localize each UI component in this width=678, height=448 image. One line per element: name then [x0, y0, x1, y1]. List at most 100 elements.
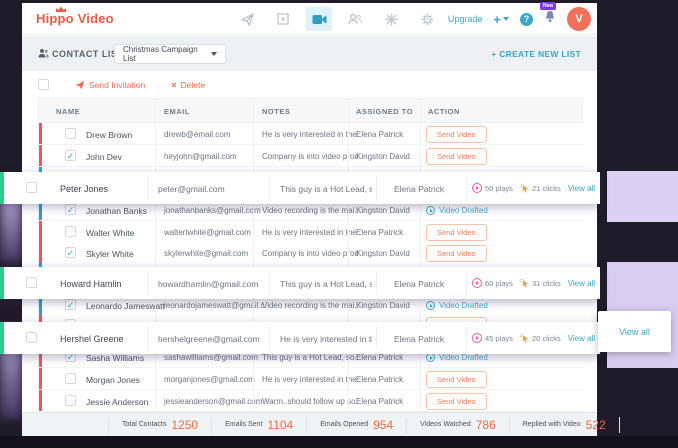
video-stats: 50 plays 21 clicks View all	[472, 172, 600, 204]
video-camera-icon	[312, 14, 327, 25]
nav-settings-tab[interactable]	[414, 7, 440, 31]
column-divider	[466, 326, 467, 350]
play-circle-icon	[426, 353, 435, 362]
clicks-stat: 21 clicks	[520, 183, 561, 193]
video-drafted-link[interactable]: Video Drafted	[426, 206, 488, 215]
send-video-button[interactable]: Send Video	[426, 148, 487, 165]
notifications-bell-icon	[544, 10, 556, 23]
nav-integrations-tab[interactable]	[378, 7, 404, 31]
row-checkbox[interactable]	[26, 277, 37, 288]
column-divider	[155, 98, 156, 410]
send-video-button[interactable]: Send Video	[426, 224, 487, 241]
table-row[interactable]: Walter White waltertwhite@gmail.com He i…	[39, 221, 584, 243]
stat-value: 1250	[171, 418, 198, 432]
column-divider	[420, 98, 421, 410]
video-drafted-label: Video Drafted	[439, 206, 488, 215]
upgrade-link[interactable]: Upgrade	[448, 14, 483, 24]
add-new-button[interactable]: +	[493, 12, 509, 27]
contact-notes: He is very interested in the prod..	[262, 228, 358, 237]
contact-name: Walter White	[86, 228, 134, 238]
contact-email: morganjones@gmail.com	[164, 375, 255, 384]
contact-notes: Video recording is the mai...	[262, 301, 358, 310]
view-all-link[interactable]: View all	[568, 279, 595, 288]
send-video-button[interactable]: Send Video	[426, 393, 487, 410]
contact-assigned-to: Kingston David	[356, 301, 410, 310]
stats-footer: Total Contacts 1250 Emails Sent 1104 Ema…	[22, 412, 597, 436]
contact-email: jonathanbanks@gmail.com	[164, 206, 261, 215]
click-cursor-icon	[520, 333, 529, 343]
notifications-button[interactable]: New	[544, 10, 556, 28]
user-avatar[interactable]: V	[567, 7, 591, 31]
row-checkbox[interactable]	[26, 182, 37, 193]
stat-label: Emails Opened	[320, 421, 368, 428]
column-divider	[147, 176, 148, 200]
column-divider	[376, 176, 377, 200]
table-row[interactable]: Jessie Anderson jessieanderson@gmail.com…	[39, 390, 584, 412]
row-checkbox[interactable]	[65, 226, 76, 237]
background-glow	[0, 196, 22, 262]
highlighted-contact-row[interactable]: Howard Hamlin howardhamlin@gmail.com Thi…	[0, 267, 600, 299]
contact-email: heyjohn@gmail.com	[164, 152, 237, 161]
delete-x-icon: ×	[171, 80, 176, 90]
row-checkbox[interactable]	[65, 128, 76, 139]
table-row[interactable]: ✓ John Dev heyjohn@gmail.com Company is …	[39, 145, 584, 167]
send-icon	[75, 80, 85, 90]
paper-plane-icon	[241, 13, 254, 26]
contact-assigned-to: Kingston David	[356, 249, 410, 258]
row-checkbox[interactable]	[26, 332, 37, 343]
new-badge: New	[540, 2, 556, 10]
view-all-link[interactable]: View all	[619, 327, 650, 337]
media-icon	[277, 13, 289, 25]
nav-contacts-tab[interactable]	[342, 7, 368, 31]
contact-assigned-to: Elena Patrick	[394, 334, 444, 344]
create-new-list-button[interactable]: + CREATE NEW LIST	[491, 49, 581, 59]
contact-name: Drew Brown	[86, 130, 132, 140]
highlighted-contact-row[interactable]: Hershel Greene hershelgreene@gmail.com H…	[0, 322, 600, 354]
row-status-stripe	[39, 242, 42, 263]
send-invitation-button[interactable]: Send Invitation	[75, 80, 145, 90]
row-checkbox[interactable]: ✓	[65, 247, 76, 258]
contact-email: peter@gmail.com	[158, 184, 225, 194]
send-video-button[interactable]: Send Video	[426, 126, 487, 143]
stat-value: 786	[476, 418, 496, 432]
stat-emails-opened: Emails Opened 954	[307, 417, 407, 433]
contact-email: howardhamlin@gmail.com	[158, 279, 258, 289]
contact-notes: Company is into video produ...	[262, 152, 358, 161]
delete-button[interactable]: × Delete	[171, 80, 205, 90]
click-cursor-icon	[520, 278, 529, 288]
send-video-button[interactable]: Send Video	[426, 371, 487, 388]
row-action: Send Video	[426, 148, 487, 165]
row-action: Send Video	[426, 126, 487, 143]
row-checkbox[interactable]: ✓	[65, 299, 76, 310]
row-checkbox[interactable]: ✓	[65, 204, 76, 215]
view-all-link[interactable]: View all	[568, 334, 595, 343]
video-drafted-link[interactable]: Video Drafted	[426, 301, 488, 310]
row-status-stripe	[39, 390, 42, 411]
select-all-checkbox[interactable]	[38, 79, 49, 90]
contact-notes: He is very interested in the prod..	[262, 130, 358, 139]
delete-label: Delete	[181, 80, 206, 90]
table-row[interactable]: Drew Brown drewb@email.com He is very in…	[39, 123, 584, 145]
list-selector-dropdown[interactable]: Christmas Campaign List	[114, 44, 226, 64]
row-checkbox[interactable]	[65, 373, 76, 384]
nav-send-tab[interactable]	[234, 7, 260, 31]
send-video-button[interactable]: Send Video	[426, 245, 487, 262]
app-header: Hippo Video	[22, 3, 597, 35]
view-all-link[interactable]: View all	[568, 184, 595, 193]
contact-notes: Video recording is the mai...	[262, 206, 358, 215]
nav-media-tab[interactable]	[270, 7, 296, 31]
row-checkbox[interactable]: ✓	[65, 150, 76, 161]
help-button[interactable]: ?	[520, 13, 533, 26]
row-checkbox[interactable]	[65, 395, 76, 406]
table-row[interactable]: Morgan Jones morganjones@gmail.com He is…	[39, 368, 584, 390]
highlighted-contact-row[interactable]: Peter Jones peter@gmail.com This guy is …	[0, 172, 600, 204]
contact-assigned-to: Elena Patrick	[394, 279, 444, 289]
nav-videos-tab[interactable]	[306, 7, 332, 31]
table-row[interactable]: ✓ Skyler White skylerwhite@gmail.com Com…	[39, 242, 584, 264]
plays-label: 60 plays	[485, 279, 513, 288]
contact-assigned-to: Elena Patrick	[356, 353, 403, 362]
bulk-actions-toolbar: Send Invitation × Delete	[22, 71, 597, 98]
column-divider	[376, 326, 377, 350]
video-drafted-link[interactable]: Video Drafted	[426, 353, 488, 362]
stat-value: 954	[373, 418, 393, 432]
